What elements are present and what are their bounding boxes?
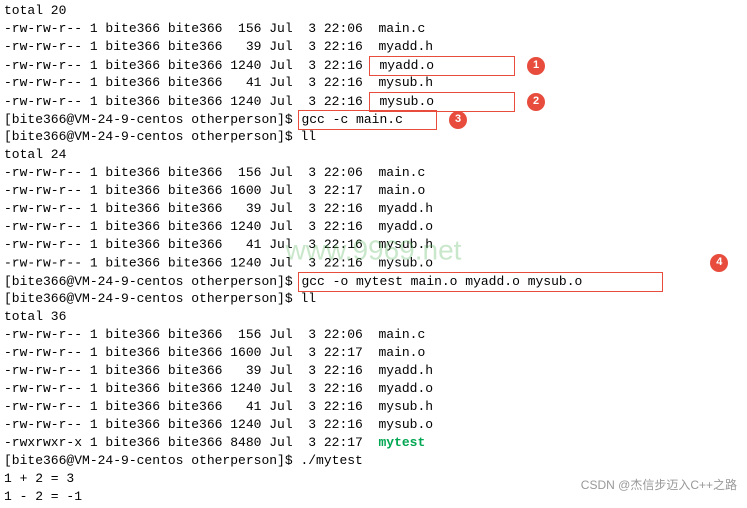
terminal-line: -rw-rw-r-- 1 bite366 bite366 156 Jul 3 2… (4, 164, 743, 182)
terminal-line: -rw-rw-r-- 1 bite366 bite366 39 Jul 3 22… (4, 38, 743, 56)
terminal-line: [bite366@VM-24-9-centos otherperson]$ ./… (4, 452, 743, 470)
shell-prompt: [bite366@VM-24-9-centos otherperson]$ (4, 274, 300, 289)
annotation-badge: 4 (710, 254, 728, 272)
executable-filename: mytest (378, 435, 425, 450)
shell-prompt: [bite366@VM-24-9-centos otherperson]$ (4, 453, 300, 468)
terminal-line: -rw-rw-r-- 1 bite366 bite366 1600 Jul 3 … (4, 182, 743, 200)
terminal-line: -rw-rw-r-- 1 bite366 bite366 41 Jul 3 22… (4, 398, 743, 416)
shell-command: ll (300, 129, 316, 144)
terminal-line: [bite366@VM-24-9-centos otherperson]$ ll (4, 128, 743, 146)
terminal-line: -rw-rw-r-- 1 bite366 bite366 39 Jul 3 22… (4, 200, 743, 218)
highlighted-command: gcc -c main.c (298, 110, 437, 130)
terminal-line: -rw-rw-r-- 1 bite366 bite366 41 Jul 3 22… (4, 236, 743, 254)
terminal-line: -rw-rw-r-- 1 bite366 bite366 1240 Jul 3 … (4, 56, 743, 74)
terminal-line: -rw-rw-r-- 1 bite366 bite366 1240 Jul 3 … (4, 254, 743, 272)
terminal-line: [bite366@VM-24-9-centos otherperson]$ gc… (4, 272, 743, 290)
terminal-line: -rw-rw-r-- 1 bite366 bite366 1600 Jul 3 … (4, 344, 743, 362)
shell-prompt: [bite366@VM-24-9-centos otherperson]$ (4, 129, 300, 144)
highlighted-command: gcc -o mytest main.o myadd.o mysub.o (298, 272, 663, 292)
terminal-line: total 20 (4, 2, 743, 20)
terminal-line: total 24 (4, 146, 743, 164)
terminal-line: -rw-rw-r-- 1 bite366 bite366 1240 Jul 3 … (4, 92, 743, 110)
terminal-line: -rw-rw-r-- 1 bite366 bite366 1240 Jul 3 … (4, 416, 743, 434)
terminal-line: -rw-rw-r-- 1 bite366 bite366 1240 Jul 3 … (4, 380, 743, 398)
shell-command: ll (300, 291, 316, 306)
terminal-output: total 20-rw-rw-r-- 1 bite366 bite366 156… (0, 0, 747, 508)
shell-prompt: [bite366@VM-24-9-centos otherperson]$ (4, 112, 300, 127)
shell-command: ./mytest (300, 453, 362, 468)
terminal-line: -rw-rw-r-- 1 bite366 bite366 41 Jul 3 22… (4, 74, 743, 92)
annotation-badge: 1 (527, 57, 545, 75)
terminal-line: -rw-rw-r-- 1 bite366 bite366 156 Jul 3 2… (4, 326, 743, 344)
footer-credit: CSDN @杰信步迈入C++之路 (581, 477, 737, 494)
terminal-line: total 36 (4, 308, 743, 326)
annotation-badge: 2 (527, 93, 545, 111)
annotation-badge: 3 (449, 111, 467, 129)
terminal-line: -rw-rw-r-- 1 bite366 bite366 156 Jul 3 2… (4, 20, 743, 38)
shell-prompt: [bite366@VM-24-9-centos otherperson]$ (4, 291, 300, 306)
terminal-line: -rw-rw-r-- 1 bite366 bite366 1240 Jul 3 … (4, 218, 743, 236)
terminal-line: -rw-rw-r-- 1 bite366 bite366 39 Jul 3 22… (4, 362, 743, 380)
terminal-line: [bite366@VM-24-9-centos otherperson]$ gc… (4, 110, 743, 128)
terminal-line: -rwxrwxr-x 1 bite366 bite366 8480 Jul 3 … (4, 434, 743, 452)
terminal-line: [bite366@VM-24-9-centos otherperson]$ ll (4, 290, 743, 308)
